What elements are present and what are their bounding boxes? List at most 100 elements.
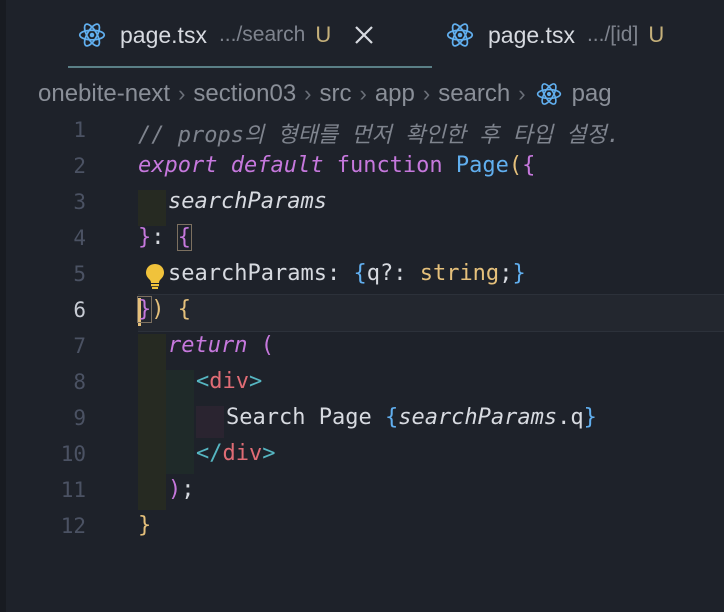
chevron-right-icon: ›: [359, 81, 367, 106]
react-icon: [446, 23, 474, 47]
code-line[interactable]: 9 Search Page {searchParams.q}: [0, 402, 724, 438]
breadcrumb-item[interactable]: app: [375, 80, 415, 108]
code-text: // props의 형태를 먼저 확인한 후 타입 설정.: [138, 117, 620, 149]
code-text: searchParams: {q?: string;}: [168, 261, 526, 286]
code-line[interactable]: 10 </div>: [0, 438, 724, 474]
tag-bracket-token: <: [196, 369, 210, 394]
active-tab-indicator: [68, 66, 432, 68]
code-line[interactable]: 7 return (: [0, 330, 724, 366]
tab-page-id[interactable]: page.tsx .../[id] U: [446, 0, 664, 70]
code-text: Search Page {searchParams.q}: [226, 405, 597, 430]
brace-token: }: [512, 261, 526, 286]
property-token: q: [366, 261, 380, 286]
code-text: );: [168, 477, 195, 502]
tab-status-badge: U: [648, 22, 665, 47]
current-line-highlight: [138, 294, 724, 332]
chevron-right-icon: ›: [304, 81, 312, 106]
line-number: 10: [60, 442, 86, 466]
tab-page-search[interactable]: page.tsx .../search U: [78, 0, 375, 70]
jsx-text-token: Search Page: [226, 405, 385, 430]
paren-token: (: [508, 153, 523, 178]
breadcrumb-item[interactable]: src: [320, 80, 352, 108]
brace-token: {: [522, 153, 536, 178]
code-line[interactable]: 5 searchParams: {q?: string;}: [0, 258, 724, 294]
line-number: 3: [73, 190, 86, 214]
comment-token: // props의 형태를 먼저 확인한 후 타입 설정.: [138, 123, 621, 148]
chevron-right-icon: ›: [422, 81, 431, 106]
line-number: 7: [73, 334, 86, 358]
dot-token: .: [557, 405, 571, 430]
semicolon-token: ;: [499, 261, 513, 286]
code-text: }: [138, 513, 151, 538]
parameter-token: searchParams: [168, 189, 327, 214]
code-line[interactable]: 8 <div>: [0, 366, 724, 402]
lightbulb-icon[interactable]: [144, 262, 166, 290]
tag-name-token: div: [209, 369, 249, 394]
code-text: return (: [168, 333, 274, 358]
code-line[interactable]: 11 );: [0, 474, 724, 510]
line-number: 9: [73, 406, 86, 430]
keyword-token: return: [168, 333, 248, 358]
line-number: 8: [73, 370, 86, 394]
tag-bracket-token: </: [196, 441, 223, 466]
line-number: 6: [73, 298, 86, 322]
variable-token: searchParams: [398, 405, 558, 430]
function-name-token: Page: [455, 153, 509, 178]
brace-token: }: [583, 405, 597, 430]
brace-token: {: [384, 405, 399, 430]
breadcrumb-item[interactable]: pag: [572, 80, 612, 108]
code-text: }: {: [138, 224, 193, 251]
line-number: 4: [73, 226, 86, 250]
breadcrumb: onebite-next › section03 › src › app › s…: [38, 74, 612, 114]
line-number: 2: [73, 154, 86, 178]
code-editor[interactable]: 1 // props의 형태를 먼저 확인한 후 타입 설정. 2 export…: [0, 114, 724, 612]
tab-bar: page.tsx .../search U page.tsx .../[id] …: [6, 0, 724, 70]
code-line[interactable]: 1 // props의 형태를 먼저 확인한 후 타입 설정.: [0, 114, 724, 150]
breadcrumb-item[interactable]: section03: [193, 80, 296, 108]
react-icon: [78, 23, 106, 47]
chevron-right-icon: ›: [518, 81, 526, 106]
colon-token: :: [151, 225, 178, 250]
tab-filename: page.tsx: [488, 21, 575, 48]
code-text: </div>: [196, 441, 276, 466]
code-line[interactable]: 12 }: [0, 510, 724, 546]
property-token: searchParams: [168, 261, 327, 286]
breadcrumb-item[interactable]: onebite-next: [38, 80, 170, 108]
operator-token: ?:: [379, 261, 420, 286]
brace-token: {: [176, 224, 193, 251]
brace-token: }: [136, 296, 153, 323]
chevron-right-icon: ›: [178, 81, 186, 106]
breadcrumb-item[interactable]: search: [438, 80, 510, 108]
tab-filename: page.tsx: [120, 21, 207, 48]
colon-token: :: [326, 261, 354, 286]
paren-token: ): [151, 297, 165, 322]
code-line[interactable]: 3 searchParams: [0, 186, 724, 222]
semicolon-token: ;: [181, 477, 195, 502]
line-number: 1: [73, 118, 86, 142]
type-token: string: [419, 261, 500, 286]
close-icon[interactable]: [353, 24, 375, 46]
brace-token: }: [138, 513, 152, 538]
react-icon: [536, 83, 561, 105]
brace-token: }: [138, 225, 152, 250]
paren-token: (: [247, 333, 274, 358]
code-line[interactable]: 2 export default function Page({: [0, 150, 724, 186]
brace-token: {: [164, 297, 191, 322]
tag-name-token: div: [222, 441, 263, 466]
line-number: 5: [73, 262, 86, 286]
code-text: export default function Page({: [138, 153, 535, 178]
code-line-active[interactable]: 6 }) {: [0, 294, 724, 332]
line-number: 12: [60, 514, 86, 538]
brace-token: {: [353, 261, 367, 286]
property-token: q: [570, 405, 584, 430]
code-text: <div>: [196, 369, 262, 394]
keyword-token: default: [230, 153, 324, 178]
code-line[interactable]: 4 }: {: [0, 222, 724, 258]
keyword-token: export: [138, 153, 218, 178]
tag-bracket-token: >: [249, 369, 263, 394]
paren-token: ): [168, 477, 182, 502]
line-number: 11: [60, 478, 86, 502]
tab-directory: .../[id]: [586, 23, 639, 46]
tab-status-badge: U: [315, 22, 332, 47]
code-text: searchParams: [168, 189, 327, 214]
